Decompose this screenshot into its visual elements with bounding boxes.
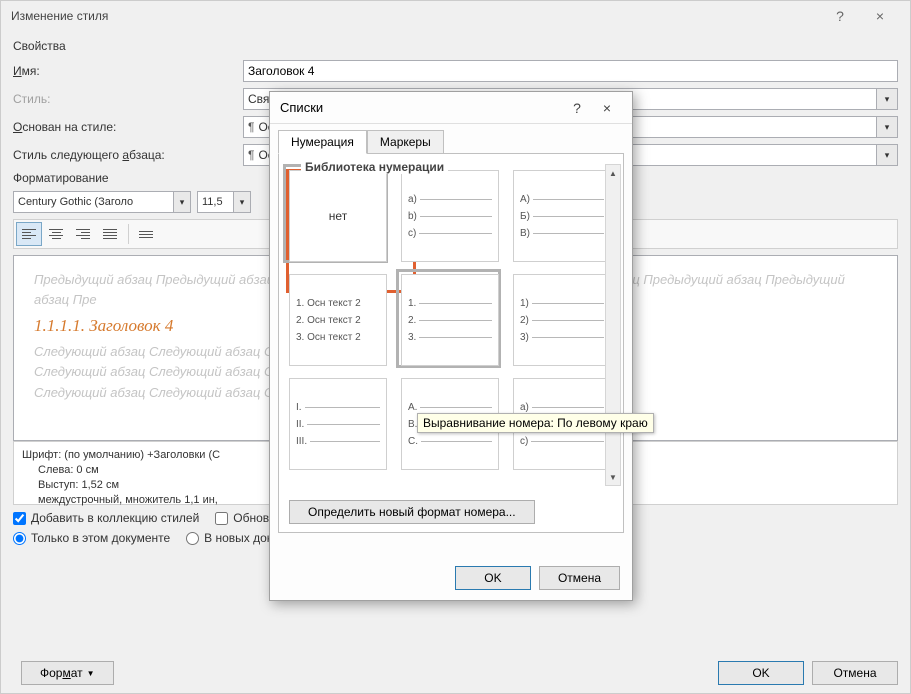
chevron-down-icon[interactable]: ▾ — [233, 191, 251, 213]
library-label: Библиотека нумерации — [301, 160, 448, 174]
align-left-button[interactable] — [16, 222, 42, 246]
modal-footer: OK Отмена — [455, 566, 620, 590]
tab-bullets[interactable]: Маркеры — [367, 130, 444, 154]
spacing-button-1[interactable] — [133, 222, 159, 246]
section-properties-label: Свойства — [13, 39, 898, 53]
label-style: Стиль: — [13, 92, 243, 106]
close-button[interactable]: × — [592, 100, 622, 116]
numbering-option[interactable]: 1. 2. 3. — [401, 274, 499, 366]
size-combo[interactable]: 11,5 ▾ — [197, 191, 251, 213]
numbering-panel: Библиотека нумерации нет a) b) c) A) Б) … — [278, 153, 624, 533]
modify-style-dialog: Изменение стиля ? × Свойства Имя: Стиль:… — [0, 0, 911, 694]
name-input[interactable] — [243, 60, 898, 82]
numbering-none[interactable]: нет — [289, 170, 387, 262]
chevron-down-icon[interactable]: ▾ — [173, 191, 191, 213]
help-button[interactable]: ? — [562, 100, 592, 116]
numbering-option[interactable]: 1. Осн текст 2 2. Осн текст 2 3. Осн тек… — [289, 274, 387, 366]
numbering-option[interactable]: A) Б) B) — [513, 170, 611, 262]
dialog-footer: Формат▼ OK Отмена — [13, 661, 898, 685]
tab-numbering[interactable]: Нумерация — [278, 130, 367, 154]
cancel-button[interactable]: Отмена — [812, 661, 898, 685]
chevron-down-icon[interactable]: ▾ — [876, 88, 898, 110]
font-combo[interactable]: Century Gothic (Заголо ▾ — [13, 191, 191, 213]
label-based-on: Основан на стиле: — [13, 120, 243, 134]
align-center-button[interactable] — [43, 222, 69, 246]
define-new-format-button[interactable]: Определить новый формат номера... — [289, 500, 535, 524]
titlebar: Изменение стиля ? × — [1, 1, 910, 31]
cancel-button[interactable]: Отмена — [539, 566, 620, 590]
add-to-gallery-checkbox[interactable]: Добавить в коллекцию стилей — [13, 511, 199, 525]
ok-button[interactable]: OK — [455, 566, 531, 590]
modal-titlebar: Списки ? × — [270, 92, 632, 124]
chevron-down-icon[interactable]: ▾ — [876, 116, 898, 138]
numbering-option[interactable]: 1) 2) 3) — [513, 274, 611, 366]
scroll-up-icon[interactable]: ▲ — [606, 165, 620, 181]
chevron-down-icon[interactable]: ▾ — [876, 144, 898, 166]
label-name: Имя: — [13, 64, 243, 78]
format-menu-button[interactable]: Формат▼ — [21, 661, 114, 685]
tab-strip: Нумерация Маркеры — [270, 124, 632, 154]
help-button[interactable]: ? — [820, 8, 860, 24]
label-next-style: Стиль следующего абзаца: — [13, 148, 243, 162]
lists-dialog: Списки ? × Нумерация Маркеры Библиотека … — [269, 91, 633, 601]
tooltip: Выравнивание номера: По левому краю — [417, 413, 654, 433]
only-this-doc-radio[interactable]: Только в этом документе — [13, 531, 170, 545]
numbering-option[interactable]: I. II. III. — [289, 378, 387, 470]
scrollbar[interactable]: ▲ ▼ — [605, 164, 621, 486]
numbering-option[interactable]: a) b) c) — [401, 170, 499, 262]
scroll-down-icon[interactable]: ▼ — [606, 469, 620, 485]
ok-button[interactable]: OK — [718, 661, 804, 685]
modal-title: Списки — [280, 100, 323, 115]
align-justify-button[interactable] — [97, 222, 123, 246]
close-button[interactable]: × — [860, 8, 900, 24]
align-right-button[interactable] — [70, 222, 96, 246]
window-title: Изменение стиля — [11, 9, 108, 23]
